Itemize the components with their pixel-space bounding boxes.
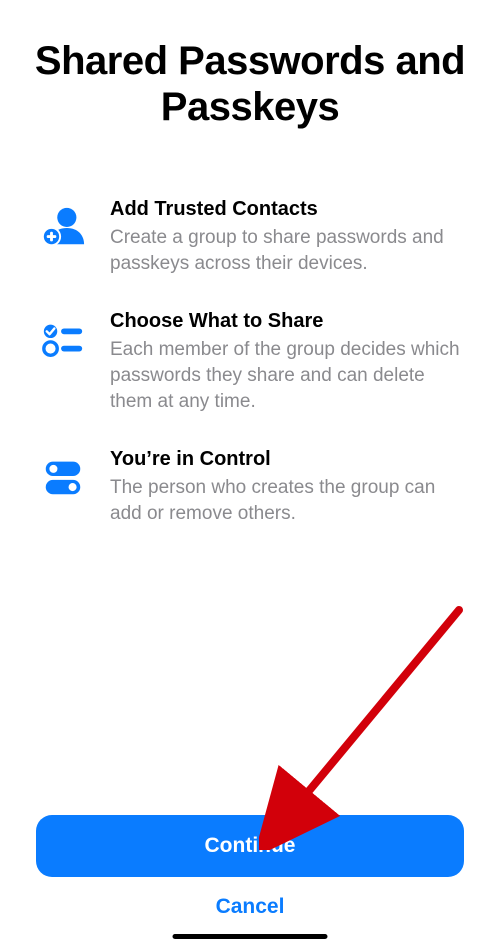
feature-add-contacts: Add Trusted Contacts Create a group to s… xyxy=(40,198,460,276)
feature-title: Add Trusted Contacts xyxy=(110,198,460,221)
person-add-icon xyxy=(40,204,86,250)
feature-desc: The person who creates the group can add… xyxy=(110,475,460,526)
feature-title: You’re in Control xyxy=(110,448,460,471)
feature-desc: Create a group to share passwords and pa… xyxy=(110,225,460,276)
list-check-icon xyxy=(40,316,86,362)
toggles-icon xyxy=(40,454,86,500)
feature-choose-share: Choose What to Share Each member of the … xyxy=(40,310,460,414)
continue-button[interactable]: Continue xyxy=(36,815,464,877)
cancel-button[interactable]: Cancel xyxy=(36,877,464,927)
feature-in-control: You’re in Control The person who creates… xyxy=(40,448,460,526)
feature-desc: Each member of the group decides which p… xyxy=(110,337,460,414)
features-list: Add Trusted Contacts Create a group to s… xyxy=(30,198,470,526)
page-title: Shared Passwords and Passkeys xyxy=(30,38,470,130)
feature-title: Choose What to Share xyxy=(110,310,460,333)
home-indicator xyxy=(173,934,328,939)
